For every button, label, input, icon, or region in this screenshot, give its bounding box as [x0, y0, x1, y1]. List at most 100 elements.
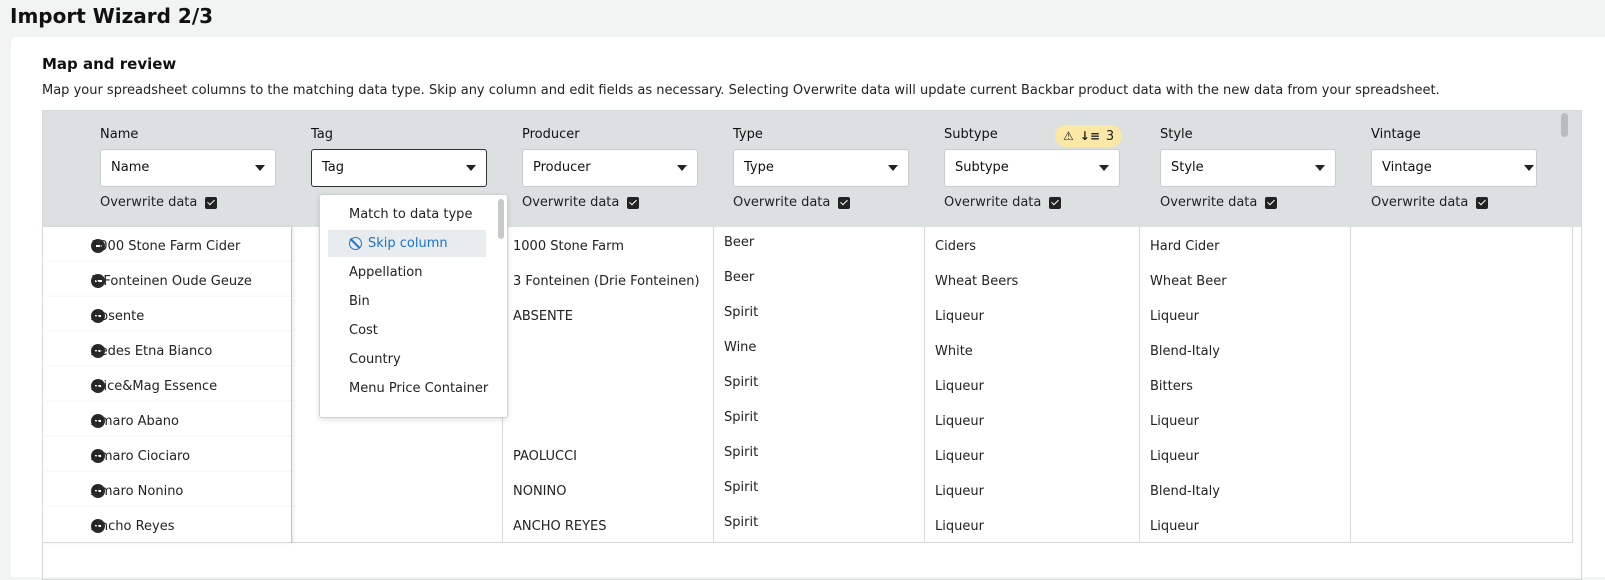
cell-name[interactable]: 1000 Stone Farm Cider [43, 227, 292, 263]
dropdown-option-label: Skip column [368, 236, 448, 251]
dropdown-option[interactable]: Bin [328, 288, 486, 315]
cell-subtype[interactable]: White [925, 332, 1140, 368]
overwrite-checkbox[interactable] [1049, 196, 1062, 209]
overwrite-checkbox[interactable] [205, 196, 218, 209]
mapping-grid: Name Name Overwrite data Tag Tag Produce… [42, 110, 1582, 580]
overwrite-checkbox[interactable] [627, 196, 640, 209]
dropdown-option[interactable]: Cost [328, 317, 486, 344]
cell-tag[interactable] [292, 437, 503, 473]
cell-type[interactable]: Spirit [714, 297, 925, 333]
cell-style[interactable]: Liqueur [1140, 402, 1351, 438]
column-type-select[interactable]: Style [1160, 149, 1336, 187]
cell-type[interactable]: Spirit [714, 507, 925, 543]
select-value: Name [111, 160, 150, 175]
overwrite-checkbox[interactable] [1265, 196, 1278, 209]
dropdown-option[interactable]: Menu Price Container [328, 375, 488, 402]
table-row: Absente ABSENTE Spirit Liqueur Liqueur [43, 297, 1573, 333]
dropdown-scrollbar-thumb[interactable] [498, 199, 504, 239]
overwrite-data-control: Overwrite data [1160, 195, 1278, 210]
dropdown-option[interactable]: Match to data type [328, 201, 486, 228]
cell-tag[interactable] [292, 472, 503, 508]
cell-type[interactable]: Beer [714, 262, 925, 298]
cell-type[interactable]: Spirit [714, 367, 925, 403]
overwrite-checkbox[interactable] [1476, 196, 1489, 209]
cell-vintage[interactable] [1351, 507, 1573, 543]
cell-vintage[interactable] [1351, 437, 1573, 473]
cell-style[interactable]: Liqueur [1140, 297, 1351, 333]
cell-name[interactable]: Alice&Mag Essence [43, 367, 292, 403]
warning-badge[interactable]: ⚠ ↓≡ 3 [1055, 125, 1123, 147]
cell-style[interactable]: Liqueur [1140, 437, 1351, 473]
cell-subtype[interactable]: Wheat Beers [925, 262, 1140, 298]
select-value: Subtype [955, 160, 1009, 175]
cell-style[interactable]: Blend-Italy [1140, 472, 1351, 508]
overwrite-label: Overwrite data [522, 195, 620, 210]
cell-producer[interactable] [503, 402, 714, 438]
column-type-select[interactable]: Name [100, 149, 276, 187]
cell-vintage[interactable] [1351, 227, 1573, 263]
cell-name[interactable]: Amaro Nonino [43, 472, 292, 508]
caret-down-icon [1524, 165, 1534, 171]
cell-value: Liqueur [935, 449, 984, 464]
cell-vintage[interactable] [1351, 297, 1573, 333]
column-type-select[interactable]: Type [733, 149, 909, 187]
cell-type[interactable]: Spirit [714, 437, 925, 473]
cell-subtype[interactable]: Liqueur [925, 297, 1140, 333]
cell-subtype[interactable]: Ciders [925, 227, 1140, 263]
cell-name[interactable]: Ancho Reyes [43, 507, 292, 543]
overwrite-checkbox[interactable] [838, 196, 851, 209]
cell-subtype[interactable]: Liqueur [925, 472, 1140, 508]
cell-vintage[interactable] [1351, 332, 1573, 368]
cell-subtype[interactable]: Liqueur [925, 507, 1140, 543]
cell-tag[interactable] [292, 507, 503, 543]
dropdown-option[interactable]: Appellation [328, 259, 486, 286]
cell-value: Blend-Italy [1150, 484, 1220, 499]
cell-vintage[interactable] [1351, 402, 1573, 438]
column-type-select[interactable]: Subtype [944, 149, 1120, 187]
grid-scrollbar-thumb[interactable] [1561, 113, 1568, 137]
cell-name[interactable]: Amaro Ciociaro [43, 437, 292, 473]
cell-producer[interactable]: NONINO [503, 472, 714, 508]
cell-vintage[interactable] [1351, 367, 1573, 403]
column-type-select[interactable]: Producer [522, 149, 698, 187]
select-value: Producer [533, 160, 591, 175]
cell-style[interactable]: Blend-Italy [1140, 332, 1351, 368]
cell-name[interactable]: 3 Fonteinen Oude Geuze [43, 262, 292, 298]
cell-producer[interactable] [503, 367, 714, 403]
select-value: Tag [322, 160, 345, 175]
cell-subtype[interactable]: Liqueur [925, 367, 1140, 403]
cell-type[interactable]: Spirit [714, 402, 925, 438]
cell-style[interactable]: Bitters [1140, 367, 1351, 403]
dropdown-option-skip-column[interactable]: Skip column [328, 230, 486, 257]
dropdown-option[interactable]: Country [328, 346, 486, 373]
cell-value: Liqueur [1150, 519, 1199, 534]
cell-name[interactable]: Absente [43, 297, 292, 333]
cell-producer[interactable]: ANCHO REYES [503, 507, 714, 543]
cell-subtype[interactable]: Liqueur [925, 437, 1140, 473]
cell-value: Ancho Reyes [91, 519, 175, 534]
cell-type[interactable]: Wine [714, 332, 925, 368]
table-row: Alice&Mag Essence Spirit Liqueur Bitters [43, 367, 1573, 403]
cell-producer[interactable]: 1000 Stone Farm [503, 227, 714, 263]
overwrite-label: Overwrite data [1160, 195, 1258, 210]
cell-producer[interactable]: ABSENTE [503, 297, 714, 333]
cell-type[interactable]: Beer [714, 227, 925, 263]
column-type-select[interactable]: Vintage [1371, 149, 1537, 187]
cell-producer[interactable]: PAOLUCCI [503, 437, 714, 473]
cell-name[interactable]: Aedes Etna Bianco [43, 332, 292, 368]
column-type-select[interactable]: Tag [311, 149, 487, 187]
map-review-card: Map and review Map your spreadsheet colu… [11, 37, 1605, 580]
cell-type[interactable]: Spirit [714, 472, 925, 508]
cell-style[interactable]: Wheat Beer [1140, 262, 1351, 298]
cell-vintage[interactable] [1351, 262, 1573, 298]
table-row: Ancho Reyes ANCHO REYES Spirit Liqueur Lique… [43, 507, 1573, 543]
table-row: Amaro Nonino NONINO Spirit Liqueur Blend-Ita… [43, 472, 1573, 508]
cell-style[interactable]: Hard Cider [1140, 227, 1351, 263]
cell-subtype[interactable]: Liqueur [925, 402, 1140, 438]
cell-producer[interactable] [503, 332, 714, 368]
cell-producer[interactable]: 3 Fonteinen (Drie Fonteinen) [503, 262, 714, 298]
table-row: Amaro Abano Spirit Liqueur Liqueur [43, 402, 1573, 438]
cell-style[interactable]: Liqueur [1140, 507, 1351, 543]
cell-name[interactable]: Amaro Abano [43, 402, 292, 438]
cell-vintage[interactable] [1351, 472, 1573, 508]
